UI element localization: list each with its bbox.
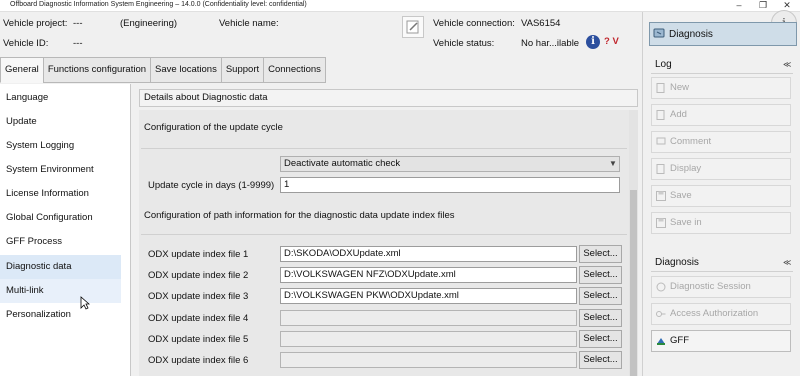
tab-connections[interactable]: Connections xyxy=(263,57,326,83)
odx-file-4-input[interactable] xyxy=(280,310,577,326)
tab-save-locations[interactable]: Save locations xyxy=(150,57,222,83)
auto-check-dropdown[interactable]: Deactivate automatic check xyxy=(280,156,620,172)
update-cycle-section-title: Configuration of the update cycle xyxy=(144,122,283,133)
minimize-button[interactable]: – xyxy=(728,0,750,12)
path-section-title: Configuration of path information for th… xyxy=(144,210,455,221)
nav-item-system-environment[interactable]: System Environment xyxy=(0,158,121,182)
odx-file-1-input[interactable]: D:\SKODA\ODXUpdate.xml xyxy=(280,246,577,262)
save-icon xyxy=(656,191,666,201)
odx-file-3-input[interactable]: D:\VOLKSWAGEN PKW\ODXUpdate.xml xyxy=(280,288,577,304)
access-authorization-button[interactable]: Access Authorization xyxy=(651,303,791,325)
diagnosis-group-header: Diagnosis xyxy=(655,257,699,268)
log-new-button[interactable]: New xyxy=(651,77,791,99)
diagnosis-icon xyxy=(653,28,665,38)
odx-file-2-select-button[interactable]: Select... xyxy=(579,266,622,284)
save-in-icon xyxy=(656,218,666,228)
odx-file-4-label: ODX update index file 4 xyxy=(148,313,249,324)
auto-check-value: Deactivate automatic check xyxy=(284,158,401,169)
odx-file-2-input[interactable]: D:\VOLKSWAGEN NFZ\ODXUpdate.xml xyxy=(280,267,577,283)
settings-tabs: General Functions configuration Save loc… xyxy=(0,57,326,83)
vehicle-connection-label: Vehicle connection: xyxy=(433,18,515,29)
update-cycle-label: Update cycle in days (1-9999) xyxy=(148,180,275,191)
nav-item-diagnostic-data[interactable]: Diagnostic data xyxy=(0,255,121,279)
tab-support[interactable]: Support xyxy=(220,57,265,83)
odx-file-4-select-button[interactable]: Select... xyxy=(579,309,622,327)
group-divider xyxy=(651,271,793,272)
vehicle-connection-value: VAS6154 xyxy=(521,18,561,29)
log-save-button[interactable]: Save xyxy=(651,185,791,207)
key-icon xyxy=(656,311,666,317)
scrollbar-thumb[interactable] xyxy=(630,190,637,376)
log-save-in-button[interactable]: Save in xyxy=(651,212,791,234)
add-icon xyxy=(656,110,665,120)
vehicle-id-label: Vehicle ID: xyxy=(3,38,49,49)
section-divider xyxy=(141,148,627,149)
nav-item-multi-link[interactable]: Multi-link xyxy=(0,279,121,303)
log-group-header: Log xyxy=(655,59,672,70)
log-comment-button[interactable]: Comment xyxy=(651,131,791,153)
nav-item-gff-process[interactable]: GFF Process xyxy=(0,230,121,254)
engineering-label: (Engineering) xyxy=(120,18,178,29)
odx-file-1-label: ODX update index file 1 xyxy=(148,249,249,260)
comment-icon xyxy=(656,137,666,145)
nav-item-global-configuration[interactable]: Global Configuration xyxy=(0,206,121,230)
odx-file-6-label: ODX update index file 6 xyxy=(148,355,249,366)
nav-item-system-logging[interactable]: System Logging xyxy=(0,134,121,158)
mouse-cursor-icon xyxy=(80,296,90,310)
session-icon xyxy=(656,282,666,292)
maximize-button[interactable]: ❐ xyxy=(752,0,774,12)
collapse-diagnosis-icon[interactable]: ≪ xyxy=(783,258,791,267)
vehicle-name-label: Vehicle name: xyxy=(219,18,279,29)
display-icon xyxy=(656,164,665,174)
log-add-button[interactable]: Add xyxy=(651,104,791,126)
update-cycle-input[interactable]: 1 xyxy=(280,177,620,193)
odx-file-6-select-button[interactable]: Select... xyxy=(579,351,622,369)
odx-file-1-select-button[interactable]: Select... xyxy=(579,245,622,263)
vehicle-status-value: No har...ilable xyxy=(521,38,580,49)
odx-file-5-select-button[interactable]: Select... xyxy=(579,330,622,348)
nav-item-language[interactable]: Language xyxy=(0,86,121,110)
section-divider xyxy=(141,234,627,235)
details-header: Details about Diagnostic data xyxy=(139,89,638,107)
window-title: Offboard Diagnostic Information System E… xyxy=(10,1,307,8)
odx-file-5-input[interactable] xyxy=(280,331,577,347)
diagnosis-button-label: Diagnosis xyxy=(669,29,713,40)
nav-item-license-information[interactable]: License Information xyxy=(0,182,121,206)
vehicle-project-value: --- xyxy=(73,18,83,29)
info-icon[interactable]: i xyxy=(586,35,600,49)
tab-functions-configuration[interactable]: Functions configuration xyxy=(42,57,152,83)
nav-item-personalization[interactable]: Personalization xyxy=(0,303,121,327)
odx-file-5-label: ODX update index file 5 xyxy=(148,334,249,345)
odx-file-6-input[interactable] xyxy=(280,352,577,368)
gff-icon xyxy=(657,338,665,345)
chevron-down-icon: ▼ xyxy=(609,159,617,168)
vehicle-project-label: Vehicle project: xyxy=(3,18,68,29)
odx-file-3-select-button[interactable]: Select... xyxy=(579,287,622,305)
vehicle-status-label: Vehicle status: xyxy=(433,38,495,49)
log-display-button[interactable]: Display xyxy=(651,158,791,180)
gff-button[interactable]: GFF xyxy=(651,330,791,352)
vehicle-id-value: --- xyxy=(73,38,83,49)
diagnostic-session-button[interactable]: Diagnostic Session xyxy=(651,276,791,298)
odx-file-3-label: ODX update index file 3 xyxy=(148,291,249,302)
nav-item-update[interactable]: Update xyxy=(0,110,121,134)
odx-file-2-label: ODX update index file 2 xyxy=(148,270,249,281)
help-icon[interactable]: ? V xyxy=(604,36,619,47)
collapse-log-icon[interactable]: ≪ xyxy=(783,60,791,69)
group-divider xyxy=(651,73,793,74)
tab-general[interactable]: General xyxy=(0,57,44,83)
connection-edit-icon[interactable] xyxy=(402,16,424,38)
new-icon xyxy=(656,83,665,93)
